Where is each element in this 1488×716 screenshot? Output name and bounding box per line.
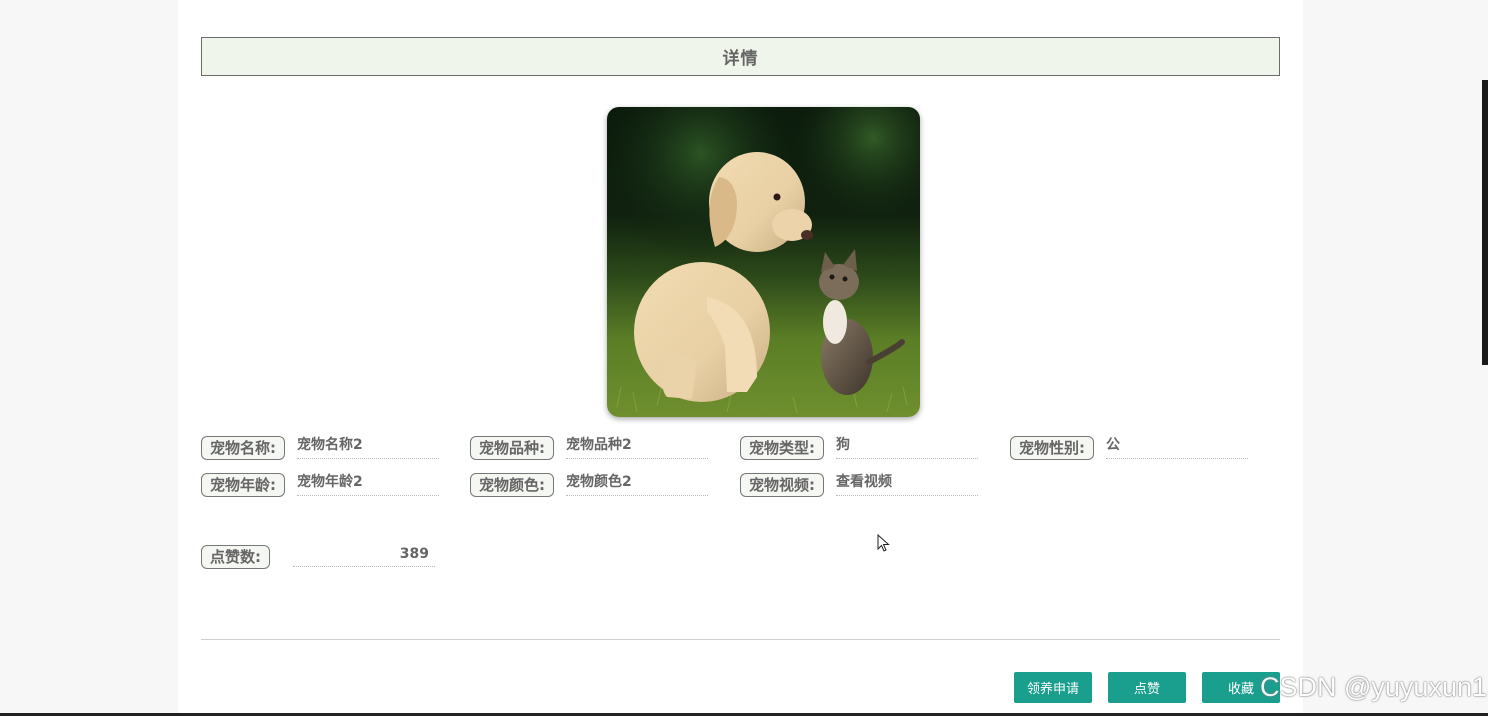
field-label: 宠物年龄:	[201, 473, 285, 497]
page: 详情 宠物名称: 宠物名称2 宠物品种: 宠物品种2 宠物类型: 狗 宠物性别:…	[0, 0, 1488, 716]
divider	[201, 639, 1280, 640]
field-label: 宠物性别:	[1010, 436, 1094, 460]
like-button[interactable]: 点赞	[1108, 672, 1186, 703]
field-label: 宠物名称:	[201, 436, 285, 460]
like-count-value: 389	[293, 543, 435, 567]
pet-photo	[607, 107, 920, 417]
field-label: 宠物品种:	[470, 436, 554, 460]
field-value: 宠物品种2	[566, 434, 708, 459]
field-label: 点赞数:	[201, 545, 270, 569]
watermark: CSDN @yuyuxun1	[1260, 672, 1487, 702]
puppy-and-kitten-image	[607, 107, 920, 417]
mouse-cursor-icon	[877, 534, 890, 552]
field-value: 宠物颜色2	[566, 471, 708, 496]
field-label: 宠物类型:	[740, 436, 824, 460]
field-label: 宠物颜色:	[470, 473, 554, 497]
field-value: 狗	[836, 434, 978, 459]
scrollbar-edge	[1482, 80, 1488, 365]
page-title: 详情	[201, 37, 1280, 76]
field-value: 宠物年龄2	[297, 471, 439, 496]
field-value: 公	[1106, 434, 1248, 459]
field-label: 宠物视频:	[740, 473, 824, 497]
adopt-apply-button[interactable]: 领养申请	[1014, 672, 1092, 703]
field-value: 宠物名称2	[297, 434, 439, 459]
view-video-link[interactable]: 查看视频	[836, 471, 978, 496]
